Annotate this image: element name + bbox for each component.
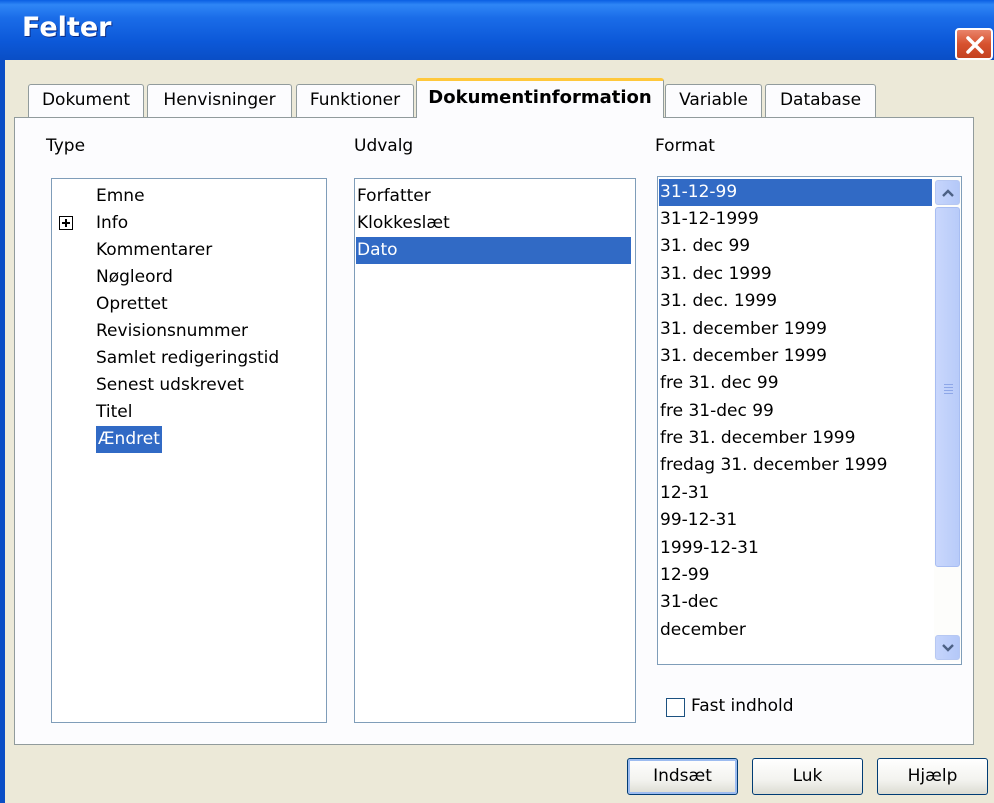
- tab-henvisninger[interactable]: Henvisninger: [147, 84, 292, 117]
- udvalg-label: Udvalg: [354, 136, 414, 156]
- format-item[interactable]: 31. december 1999: [660, 343, 827, 370]
- tab-variable[interactable]: Variable: [665, 84, 762, 117]
- udvalg-item-klokkeslaet[interactable]: Klokkeslæt: [357, 210, 450, 237]
- type-item-noegleord[interactable]: Nøgleord: [96, 264, 173, 291]
- tab-label: Dokument: [41, 90, 131, 110]
- type-item-titel[interactable]: Titel: [96, 399, 132, 426]
- format-scrollbar[interactable]: [934, 177, 961, 662]
- tab-panel: Type Emne Info Kommentarer Nøgleord Opre…: [14, 117, 974, 745]
- tab-label: Variable: [679, 90, 748, 110]
- format-list[interactable]: 31-12-99 31-12-1999 31. dec 99 31. dec 1…: [657, 176, 962, 665]
- format-item[interactable]: 31. december 1999: [660, 316, 827, 343]
- tab-dokument[interactable]: Dokument: [28, 84, 144, 117]
- format-label: Format: [655, 136, 715, 156]
- format-item[interactable]: fre 31. dec 99: [660, 370, 779, 397]
- grip-line: [944, 390, 953, 391]
- title-bar[interactable]: Felter: [0, 0, 994, 60]
- udvalg-item-dato[interactable]: Dato: [356, 237, 631, 264]
- grip-line: [944, 393, 953, 394]
- format-item[interactable]: 31. dec 1999: [660, 261, 772, 288]
- chevron-up-icon: [942, 189, 954, 197]
- type-item-kommentarer[interactable]: Kommentarer: [96, 237, 212, 264]
- format-item[interactable]: fredag 31. december 1999: [660, 452, 887, 479]
- grip-line: [944, 387, 953, 388]
- format-item[interactable]: 31. dec 99: [660, 233, 750, 260]
- expand-icon[interactable]: [59, 216, 73, 230]
- help-button[interactable]: Hjælp: [877, 758, 988, 795]
- type-item-samlet-redigeringstid[interactable]: Samlet redigeringstid: [96, 345, 279, 372]
- tab-label: Dokumentinformation: [428, 87, 652, 108]
- format-item[interactable]: 12-31: [660, 480, 709, 507]
- grip-line: [944, 384, 953, 385]
- insert-button[interactable]: Indsæt: [627, 758, 738, 795]
- scroll-thumb[interactable]: [935, 207, 960, 567]
- format-item[interactable]: fre 31. december 1999: [660, 425, 855, 452]
- format-item[interactable]: 31-12-99: [659, 179, 932, 206]
- scroll-down-button[interactable]: [935, 635, 960, 660]
- type-item-oprettet[interactable]: Oprettet: [96, 291, 168, 318]
- tab-dokumentinformation[interactable]: Dokumentinformation: [416, 78, 664, 118]
- format-item[interactable]: fre 31-dec 99: [660, 398, 774, 425]
- felter-dialog: Felter Dokument Henvisninger Funktioner …: [0, 0, 994, 803]
- udvalg-item-forfatter[interactable]: Forfatter: [357, 183, 431, 210]
- dialog-title: Felter: [22, 12, 112, 43]
- scroll-up-button[interactable]: [935, 180, 960, 205]
- type-item-revisionsnummer[interactable]: Revisionsnummer: [96, 318, 248, 345]
- type-item-info[interactable]: Info: [96, 210, 128, 237]
- type-item-emne[interactable]: Emne: [96, 183, 145, 210]
- format-item[interactable]: 31. dec. 1999: [660, 288, 777, 315]
- chevron-down-icon: [942, 644, 954, 652]
- close-button[interactable]: Luk: [752, 758, 863, 795]
- type-label: Type: [46, 136, 86, 156]
- format-item[interactable]: 99-12-31: [660, 507, 737, 534]
- close-window-button[interactable]: [955, 28, 993, 60]
- tab-label: Henvisninger: [163, 90, 276, 110]
- fixed-content-checkbox[interactable]: [666, 698, 685, 717]
- format-item[interactable]: 12-99: [660, 562, 709, 589]
- close-icon: [966, 36, 984, 54]
- tab-label: Database: [779, 90, 862, 110]
- type-item-aendret[interactable]: Ændret: [96, 426, 162, 453]
- format-item[interactable]: 31-dec: [660, 589, 718, 616]
- fixed-content-label[interactable]: Fast indhold: [691, 696, 794, 716]
- type-list[interactable]: Emne Info Kommentarer Nøgleord Oprettet …: [51, 178, 327, 723]
- udvalg-list[interactable]: Forfatter Klokkeslæt Dato: [354, 178, 636, 723]
- tab-database[interactable]: Database: [765, 84, 876, 117]
- tab-funktioner[interactable]: Funktioner: [296, 84, 414, 117]
- window-frame: [0, 60, 5, 803]
- type-item-senest-udskrevet[interactable]: Senest udskrevet: [96, 372, 244, 399]
- format-item[interactable]: 1999-12-31: [660, 535, 759, 562]
- tab-label: Funktioner: [309, 90, 401, 110]
- format-item[interactable]: december: [660, 617, 746, 644]
- format-item[interactable]: 31-12-1999: [660, 206, 759, 233]
